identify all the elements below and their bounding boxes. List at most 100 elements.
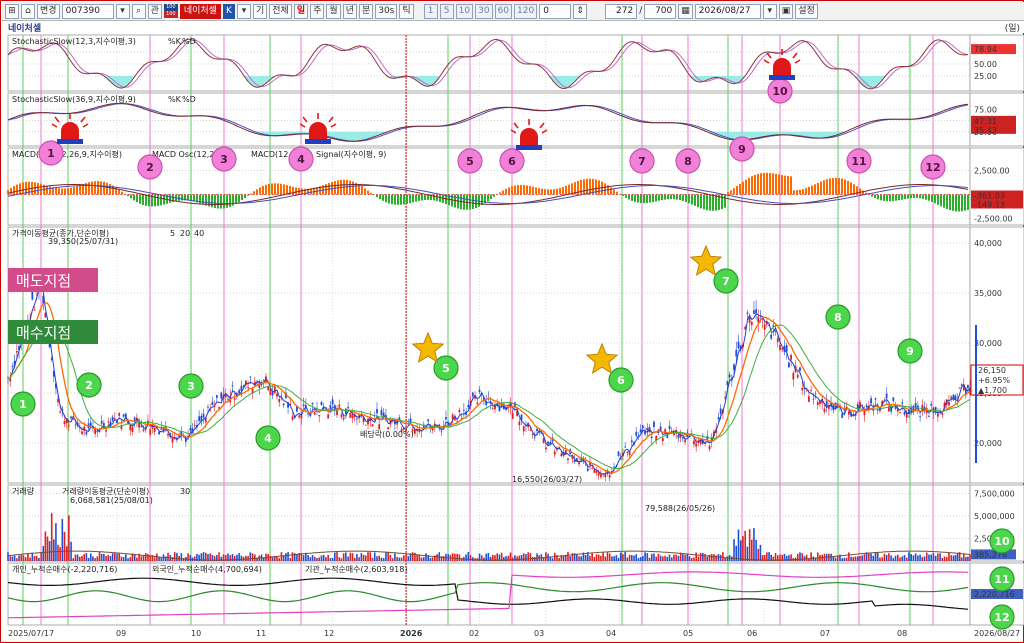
change-button[interactable]: 변경 bbox=[37, 3, 60, 19]
candle-body bbox=[107, 421, 110, 423]
candle-body bbox=[763, 324, 766, 330]
sell-marker-7-label: 7 bbox=[638, 155, 646, 168]
macd-osc-bar bbox=[946, 194, 948, 210]
stepper-icon[interactable]: ⇕ bbox=[573, 3, 588, 19]
stock-code-input[interactable]: 007390 bbox=[61, 3, 114, 19]
macd-osc-bar bbox=[790, 176, 792, 195]
volume-bar bbox=[16, 558, 18, 561]
stoch2-tick: 75.00 bbox=[974, 105, 997, 114]
period-minute[interactable]: 분 bbox=[358, 3, 374, 19]
macd-osc-bar bbox=[913, 194, 915, 199]
volume-bar bbox=[65, 546, 68, 561]
volume-bar bbox=[742, 536, 744, 561]
volume-bar bbox=[291, 552, 294, 561]
volume-bar bbox=[55, 523, 57, 561]
volume-bar bbox=[287, 552, 289, 561]
interval-1[interactable]: 1 bbox=[423, 3, 438, 19]
siren-1-base bbox=[57, 139, 83, 144]
volume-bar bbox=[116, 553, 118, 561]
interval-5[interactable]: 5 bbox=[439, 3, 454, 19]
macd-osc-bar bbox=[703, 194, 705, 210]
stoch2-oversold-fill bbox=[765, 131, 769, 137]
macd-osc-bar bbox=[49, 186, 51, 195]
candle-body bbox=[94, 428, 97, 434]
candle-body bbox=[799, 367, 801, 371]
volume-bar bbox=[684, 554, 686, 561]
market-badge[interactable]: 100 KRX100 NXT bbox=[163, 3, 178, 24]
interval-30[interactable]: 30 bbox=[475, 3, 493, 19]
macd-osc-bar bbox=[16, 184, 18, 195]
macd-osc-bar bbox=[67, 188, 69, 195]
volume-bar bbox=[948, 552, 950, 561]
candle-body bbox=[553, 451, 556, 455]
macd-osc-bar bbox=[670, 194, 672, 200]
interval-10[interactable]: 10 bbox=[455, 3, 474, 19]
candle-body bbox=[514, 402, 516, 407]
stoch2-oversold-fill bbox=[816, 131, 820, 139]
save-icon[interactable]: ▣ bbox=[778, 3, 794, 19]
interval-input[interactable]: 0 bbox=[539, 3, 572, 19]
candle-body bbox=[750, 321, 753, 326]
volume-bar bbox=[516, 556, 518, 561]
volume-bar bbox=[719, 554, 722, 561]
volume-bar bbox=[11, 556, 14, 561]
volume-bar bbox=[296, 554, 298, 561]
macd-osc-bar bbox=[526, 185, 528, 195]
candle-body bbox=[233, 398, 236, 400]
right-marker-11-label: 11 bbox=[994, 573, 1009, 586]
home-icon[interactable]: ⌂ bbox=[21, 3, 35, 19]
dropdown-icon[interactable]: ▾ bbox=[762, 3, 777, 19]
volume-bar bbox=[628, 554, 631, 561]
interval-120[interactable]: 120 bbox=[514, 3, 538, 19]
pin-icon[interactable]: ⊞ bbox=[5, 3, 19, 19]
volume-bar bbox=[347, 556, 349, 561]
macd-osc-bar bbox=[370, 192, 372, 195]
last-price-label: 26,150 bbox=[978, 366, 1006, 375]
total-input[interactable]: 700 bbox=[644, 3, 677, 19]
candle-body bbox=[604, 473, 607, 478]
dropdown-icon[interactable]: ▾ bbox=[236, 3, 251, 19]
candle-body bbox=[708, 445, 711, 450]
period-ki[interactable]: 기 bbox=[252, 3, 268, 19]
candle-body bbox=[960, 384, 963, 386]
stoch2-oversold-fill bbox=[351, 131, 355, 142]
macd-osc-bar bbox=[406, 194, 408, 204]
volume-bar bbox=[518, 555, 521, 561]
macd-osc-bar bbox=[742, 181, 744, 195]
candle-body bbox=[491, 407, 494, 409]
volume-bar bbox=[353, 557, 356, 561]
stock-name-tab[interactable]: 네이처셀 bbox=[179, 3, 221, 19]
gwan-button[interactable]: 관 bbox=[147, 3, 162, 19]
chart-canvas[interactable]: 40,00035,00030,00025,00020,000가격이동평균(종가,… bbox=[2, 33, 1024, 643]
macd-osc-bar bbox=[202, 194, 204, 205]
candle-body bbox=[746, 312, 749, 314]
volume-bar bbox=[713, 554, 715, 561]
interval-60[interactable]: 60 bbox=[494, 3, 513, 19]
volume-bar bbox=[578, 556, 580, 561]
search-icon[interactable]: ⌕ bbox=[131, 3, 146, 19]
siren-4-base bbox=[769, 75, 795, 80]
buy-marker-1-label: 1 bbox=[19, 398, 27, 411]
period-day[interactable]: 일 bbox=[293, 3, 309, 19]
macd-osc-bar bbox=[46, 185, 48, 195]
k-button[interactable]: K bbox=[222, 3, 235, 19]
candle-body bbox=[865, 405, 868, 408]
candle-body bbox=[536, 429, 538, 432]
date-input[interactable]: 2026/08/27 bbox=[694, 3, 761, 19]
period-week[interactable]: 주 bbox=[310, 3, 325, 19]
period-all[interactable]: 전체 bbox=[269, 3, 292, 19]
volume-bar bbox=[422, 557, 425, 561]
calendar-icon[interactable]: ▦ bbox=[678, 3, 693, 19]
macd-osc-bar bbox=[19, 183, 21, 195]
candle-body bbox=[790, 355, 793, 360]
candle-body bbox=[613, 466, 616, 468]
period-tick[interactable]: 틱 bbox=[399, 3, 414, 19]
volume-bar bbox=[129, 557, 132, 561]
period-month[interactable]: 월 bbox=[326, 3, 341, 19]
settings-button[interactable]: 설정 bbox=[795, 3, 818, 19]
dropdown-icon[interactable]: ▾ bbox=[115, 3, 130, 19]
volume-bar bbox=[901, 556, 904, 561]
count-input[interactable]: 272 bbox=[605, 3, 638, 19]
period-year[interactable]: 년 bbox=[342, 3, 357, 19]
period-30s[interactable]: 30s bbox=[375, 3, 398, 19]
